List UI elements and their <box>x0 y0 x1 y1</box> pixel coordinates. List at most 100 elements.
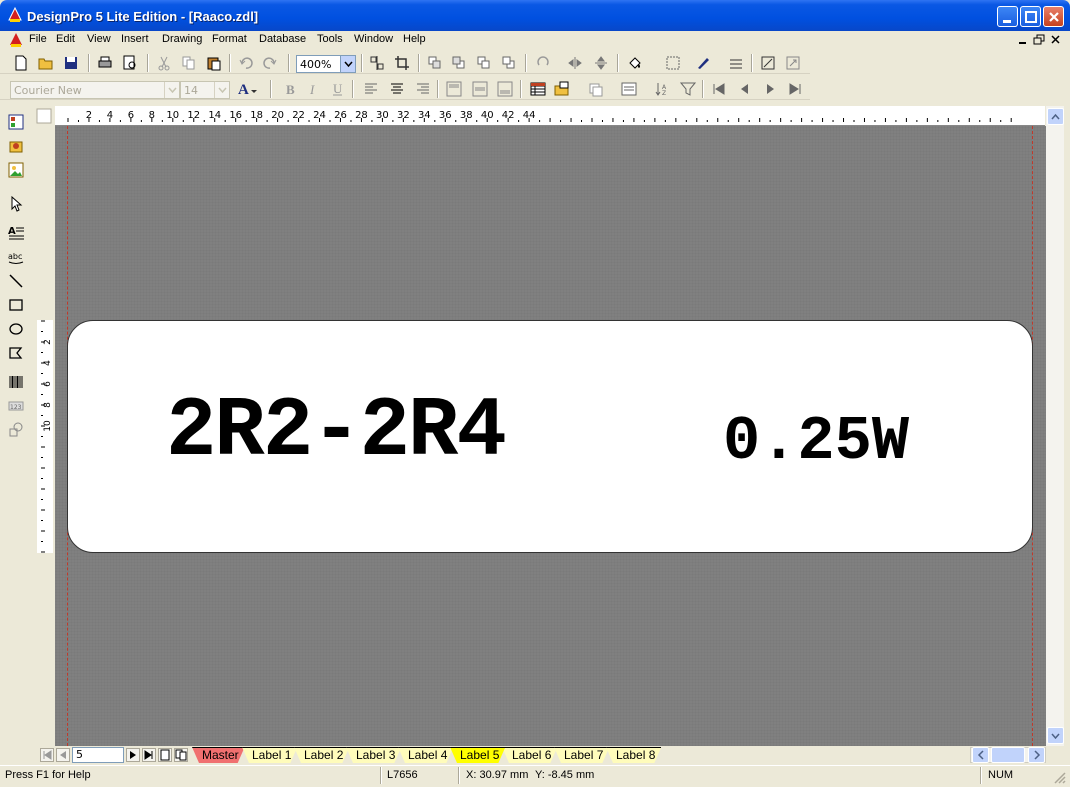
scroll-up-button[interactable] <box>1047 108 1064 125</box>
filter-icon[interactable] <box>677 78 699 100</box>
font-name-select[interactable]: Courier New <box>10 81 180 99</box>
barcode-tool-icon[interactable] <box>5 372 27 392</box>
menu-edit[interactable]: Edit <box>56 33 75 45</box>
underline-icon[interactable]: U <box>327 78 349 100</box>
paste-icon[interactable] <box>203 52 225 74</box>
last-page-icon[interactable] <box>142 748 156 762</box>
rectangle-tool-icon[interactable] <box>5 295 27 315</box>
crop-icon[interactable] <box>391 52 413 74</box>
bold-icon[interactable]: B <box>280 78 302 100</box>
rotate-icon[interactable] <box>532 52 554 74</box>
italic-icon[interactable]: I <box>303 78 325 100</box>
shapes-tool-icon[interactable] <box>5 420 27 440</box>
save-icon[interactable] <box>60 52 82 74</box>
fill-color-icon[interactable] <box>624 52 646 74</box>
valign-top-icon[interactable] <box>443 78 465 100</box>
menu-help[interactable]: Help <box>403 33 426 45</box>
last-record-icon[interactable] <box>784 78 806 100</box>
label-list-icon[interactable] <box>5 112 27 132</box>
line-style-icon[interactable] <box>725 52 747 74</box>
mdi-close-icon[interactable] <box>1049 33 1063 46</box>
menu-database[interactable]: Database <box>259 33 306 45</box>
document-icon[interactable] <box>8 32 24 48</box>
merge-icon[interactable] <box>585 78 607 100</box>
pen-color-icon[interactable] <box>692 52 714 74</box>
tab-label-4[interactable]: Label 4 <box>398 747 453 763</box>
tab-label-8[interactable]: Label 8 <box>606 747 661 763</box>
close-button[interactable] <box>1043 6 1064 27</box>
menu-insert[interactable]: Insert <box>121 33 149 45</box>
mdi-minimize-icon[interactable] <box>1016 33 1030 46</box>
bring-front-icon[interactable] <box>424 52 446 74</box>
resize-icon[interactable] <box>757 52 779 74</box>
design-canvas[interactable]: 2R2-2R4 0.25W <box>55 126 1046 746</box>
valign-middle-icon[interactable] <box>469 78 491 100</box>
vertical-scrollbar[interactable] <box>1046 106 1064 746</box>
align-objects-icon[interactable] <box>366 52 388 74</box>
scroll-down-button[interactable] <box>1047 727 1064 744</box>
database-table-icon[interactable] <box>527 78 549 100</box>
flip-vertical-icon[interactable] <box>590 52 612 74</box>
send-back-icon[interactable] <box>448 52 470 74</box>
tab-label-7[interactable]: Label 7 <box>554 747 609 763</box>
valign-bottom-icon[interactable] <box>494 78 516 100</box>
menu-view[interactable]: View <box>87 33 111 45</box>
clipart-icon[interactable] <box>5 136 27 156</box>
label-card[interactable]: 2R2-2R4 0.25W <box>67 320 1033 553</box>
first-record-icon[interactable] <box>708 78 730 100</box>
menu-tools[interactable]: Tools <box>317 33 343 45</box>
tab-master[interactable]: Master <box>192 747 245 763</box>
tab-label-6[interactable]: Label 6 <box>502 747 557 763</box>
resize-grip-icon[interactable] <box>1052 770 1066 787</box>
font-color-icon[interactable]: A <box>234 78 257 100</box>
next-page-icon[interactable] <box>126 748 140 762</box>
ellipse-tool-icon[interactable] <box>5 319 27 339</box>
zoom-select[interactable]: 400% <box>296 55 356 73</box>
send-backward-icon[interactable] <box>498 52 520 74</box>
bring-forward-icon[interactable] <box>473 52 495 74</box>
align-right-icon[interactable] <box>412 78 434 100</box>
menu-file[interactable]: File <box>29 33 47 45</box>
curved-text-icon[interactable]: abc <box>5 247 27 267</box>
tab-label-1[interactable]: Label 1 <box>242 747 297 763</box>
database-fields-icon[interactable] <box>618 78 640 100</box>
previous-record-icon[interactable] <box>734 78 756 100</box>
open-folder-icon[interactable] <box>35 52 57 74</box>
picture-icon[interactable] <box>5 160 27 180</box>
scroll-thumb[interactable] <box>991 747 1025 763</box>
app-logo-icon[interactable] <box>7 6 23 23</box>
horizontal-scrollbar[interactable] <box>970 747 1046 763</box>
multi-page-icon[interactable] <box>174 748 188 762</box>
page-number-input[interactable]: 5 <box>72 747 124 763</box>
redo-icon[interactable] <box>259 52 281 74</box>
print-icon[interactable] <box>94 52 116 74</box>
tab-label-3[interactable]: Label 3 <box>346 747 401 763</box>
scroll-right-button[interactable] <box>1028 747 1045 763</box>
align-left-icon[interactable] <box>360 78 382 100</box>
menu-format[interactable]: Format <box>212 33 247 45</box>
power-rating-text[interactable]: 0.25W <box>723 411 909 473</box>
mdi-restore-icon[interactable] <box>1032 33 1046 46</box>
chevron-down-icon[interactable] <box>214 82 229 98</box>
text-tool-icon[interactable]: A <box>5 222 27 242</box>
font-size-select[interactable]: 14 <box>180 81 230 99</box>
tab-label-5[interactable]: Label 5 <box>450 747 505 763</box>
align-center-icon[interactable] <box>386 78 408 100</box>
cut-icon[interactable] <box>153 52 175 74</box>
tab-label-2[interactable]: Label 2 <box>294 747 349 763</box>
pattern-icon[interactable] <box>662 52 684 74</box>
menu-drawing[interactable]: Drawing <box>162 33 202 45</box>
scroll-left-button[interactable] <box>972 747 989 763</box>
flip-horizontal-icon[interactable] <box>564 52 586 74</box>
previous-page-icon[interactable] <box>56 748 70 762</box>
minimize-button[interactable] <box>997 6 1018 27</box>
numbering-tool-icon[interactable]: 123 <box>5 396 27 416</box>
new-icon[interactable] <box>10 52 32 74</box>
pointer-tool-icon[interactable] <box>5 194 27 214</box>
next-record-icon[interactable] <box>759 78 781 100</box>
line-tool-icon[interactable] <box>5 271 27 291</box>
open-database-icon[interactable] <box>551 78 573 100</box>
fit-icon[interactable] <box>782 52 804 74</box>
print-preview-icon[interactable] <box>119 52 141 74</box>
part-number-text[interactable]: 2R2-2R4 <box>166 391 507 475</box>
